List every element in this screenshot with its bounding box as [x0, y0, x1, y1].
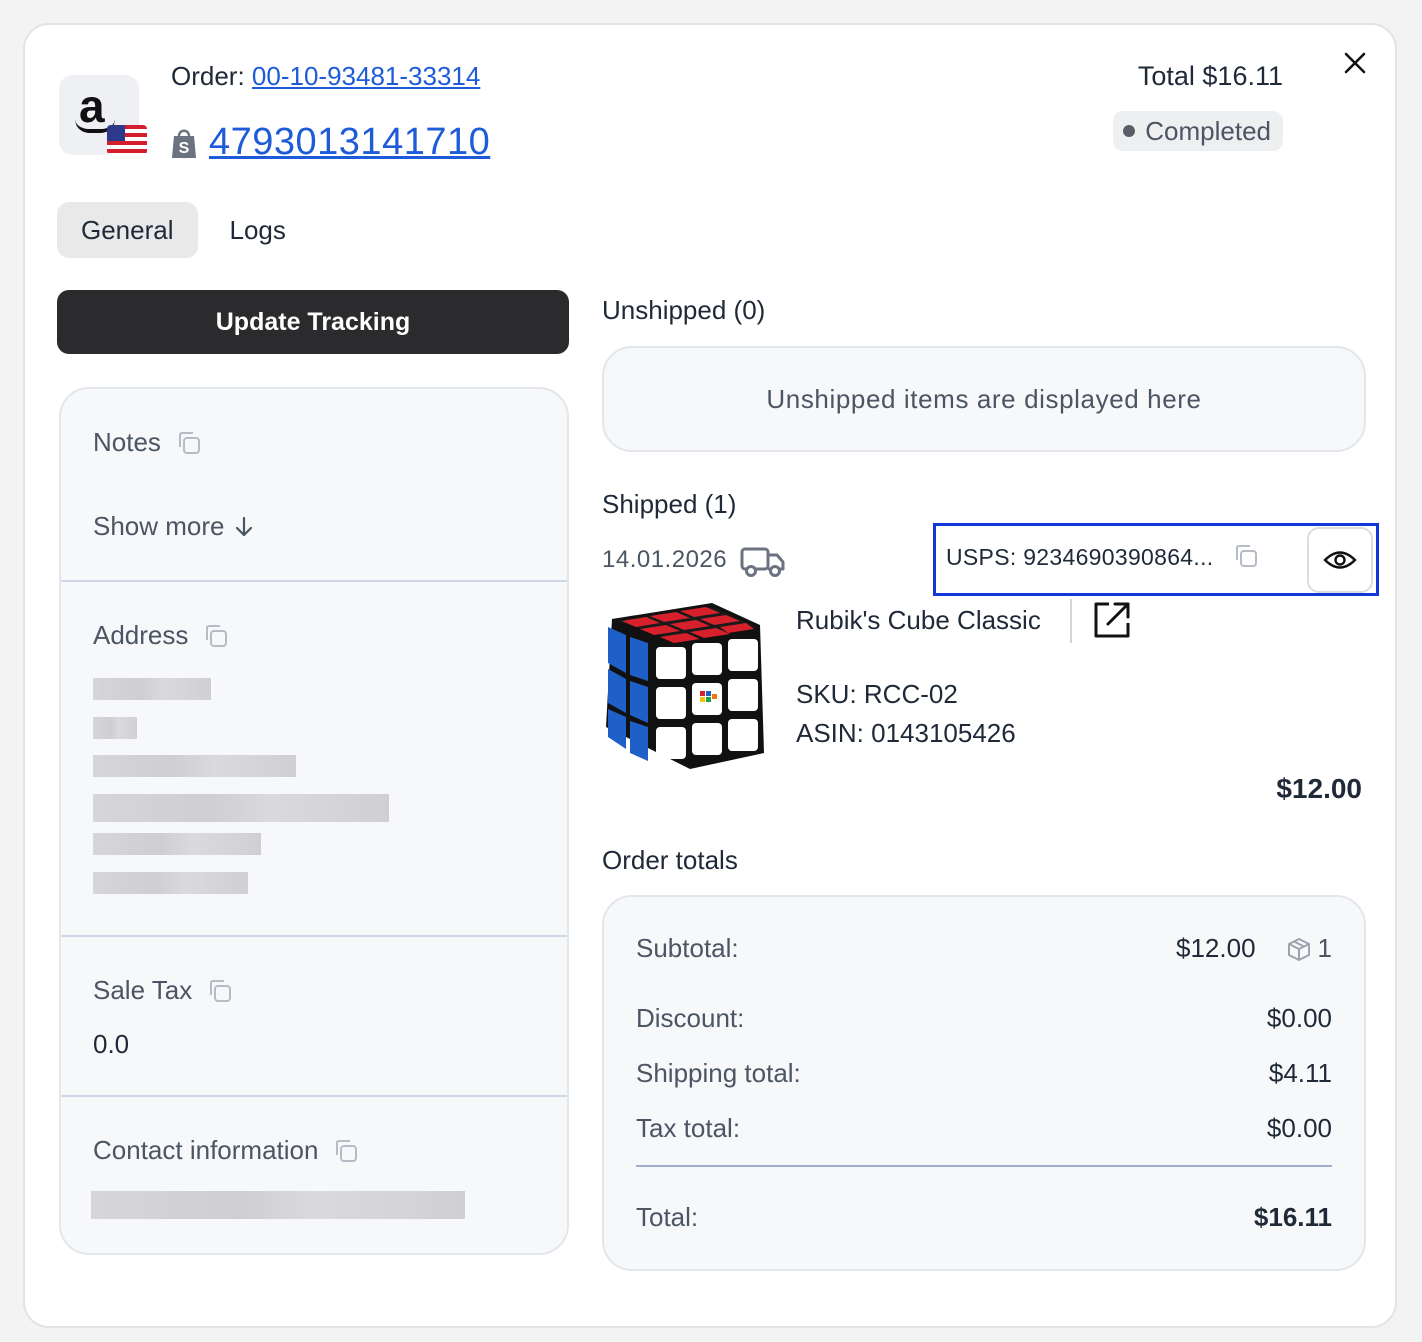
- product-price: $12.00: [1276, 773, 1362, 804]
- order-totals-title: Order totals: [602, 845, 738, 875]
- product-asin: ASIN: 0143105426: [796, 718, 1016, 748]
- tracking-number-box: USPS: 9234690390864...: [933, 523, 1379, 596]
- unshipped-empty-state: Unshipped items are displayed here: [602, 346, 1366, 452]
- total-row: Total: $16.11: [636, 1202, 1332, 1233]
- copy-icon[interactable]: [175, 429, 203, 457]
- show-more-link[interactable]: Show more: [93, 511, 255, 542]
- sale-tax-value: 0.0: [93, 1029, 130, 1059]
- tab-logs[interactable]: Logs: [206, 202, 310, 258]
- discount-row: Discount: $0.00: [636, 1003, 1332, 1034]
- shipping-row: Shipping total: $4.11: [636, 1058, 1332, 1089]
- status-badge: Completed: [1113, 111, 1283, 151]
- product-image: [606, 603, 764, 769]
- redacted-contact-line: [91, 1191, 465, 1219]
- tracking-number[interactable]: USPS: 9234690390864...: [946, 544, 1213, 571]
- shipped-title: Shipped (1): [602, 489, 737, 519]
- us-flag-icon: [107, 125, 147, 155]
- item-count-value: 1: [1317, 933, 1332, 963]
- address-label: Address: [93, 620, 189, 650]
- item-count: 1: [1286, 933, 1332, 964]
- redacted-address-line: [93, 794, 389, 822]
- notes-title: Notes: [93, 427, 203, 458]
- copy-icon[interactable]: [332, 1137, 360, 1165]
- copy-icon[interactable]: [1232, 542, 1260, 570]
- notes-label: Notes: [93, 427, 161, 457]
- shipping-value: $4.11: [1268, 1058, 1332, 1088]
- total-label: Total:: [636, 1202, 699, 1232]
- truck-icon: [740, 547, 785, 577]
- order-modal: a Order: 00-10-93481-33314 S 47930131417…: [23, 23, 1397, 1328]
- svg-text:S: S: [179, 140, 190, 157]
- sale-tax-title: Sale Tax: [93, 975, 234, 1006]
- order-label: Order:: [171, 61, 245, 91]
- copy-icon[interactable]: [202, 622, 230, 650]
- subtotal-value: $12.00: [1176, 933, 1256, 963]
- arrow-down-icon: [235, 516, 252, 536]
- external-link-icon[interactable]: [1093, 601, 1131, 639]
- order-id-line: Order: 00-10-93481-33314: [171, 61, 480, 92]
- total-value: $16.11: [1253, 1202, 1332, 1232]
- view-tracking-button[interactable]: [1307, 527, 1373, 593]
- unshipped-placeholder: Unshipped items are displayed here: [766, 383, 1202, 414]
- box-icon: [1287, 937, 1310, 961]
- sale-tax-label: Sale Tax: [93, 975, 193, 1005]
- ship-date: 14.01.2026: [602, 546, 728, 573]
- copy-icon[interactable]: [206, 977, 234, 1005]
- order-info-card: Notes Show more Address Sale Tax 0.0 Con…: [59, 387, 569, 1255]
- redacted-address-line: [93, 717, 137, 739]
- shop-order-row: S 4793013141710: [171, 121, 490, 164]
- sale-tax-section: Sale Tax 0.0: [61, 935, 567, 1095]
- tax-label: Tax total:: [636, 1113, 741, 1143]
- discount-label: Discount:: [636, 1003, 745, 1033]
- address-section: Address: [61, 580, 567, 936]
- notes-section: Notes Show more: [61, 389, 567, 581]
- redacted-address-line: [93, 678, 211, 700]
- order-total-header: Total $16.11: [1137, 61, 1283, 91]
- order-totals-card: Subtotal: $12.00 1 Discount: $0.00 Shipp…: [602, 895, 1366, 1271]
- product-sku: SKU: RCC-02: [796, 679, 958, 709]
- order-number-link[interactable]: 00-10-93481-33314: [252, 61, 480, 91]
- tax-row: Tax total: $0.00: [636, 1113, 1332, 1144]
- shop-order-link[interactable]: 4793013141710: [209, 121, 490, 164]
- amazon-logo: a: [59, 75, 147, 155]
- contact-section: Contact information: [61, 1095, 567, 1253]
- eye-icon: [1323, 551, 1357, 569]
- show-more-label: Show more: [93, 511, 225, 541]
- tab-bar: General Logs: [57, 202, 310, 258]
- product-name: Rubik's Cube Classic: [796, 605, 1041, 635]
- update-tracking-button[interactable]: Update Tracking: [57, 290, 569, 354]
- redacted-address-line: [93, 833, 261, 855]
- shopify-bag-icon: S: [172, 129, 196, 158]
- redacted-address-line: [93, 755, 296, 777]
- contact-label: Contact information: [93, 1135, 319, 1165]
- close-icon[interactable]: [1339, 47, 1371, 79]
- shipping-label: Shipping total:: [636, 1058, 801, 1088]
- subtotal-row: Subtotal: $12.00 1: [636, 933, 1332, 964]
- unshipped-title: Unshipped (0): [602, 295, 766, 325]
- tab-general[interactable]: General: [57, 202, 198, 258]
- status-dot: [1123, 125, 1136, 137]
- totals-divider: [636, 1165, 1332, 1167]
- subtotal-label: Subtotal:: [636, 933, 739, 963]
- status-text: Completed: [1145, 115, 1271, 146]
- discount-value: $0.00: [1266, 1003, 1332, 1033]
- redacted-address-line: [93, 872, 248, 894]
- tax-value: $0.00: [1266, 1113, 1332, 1143]
- divider: [1070, 599, 1072, 643]
- contact-title: Contact information: [93, 1135, 360, 1166]
- address-title: Address: [93, 620, 230, 651]
